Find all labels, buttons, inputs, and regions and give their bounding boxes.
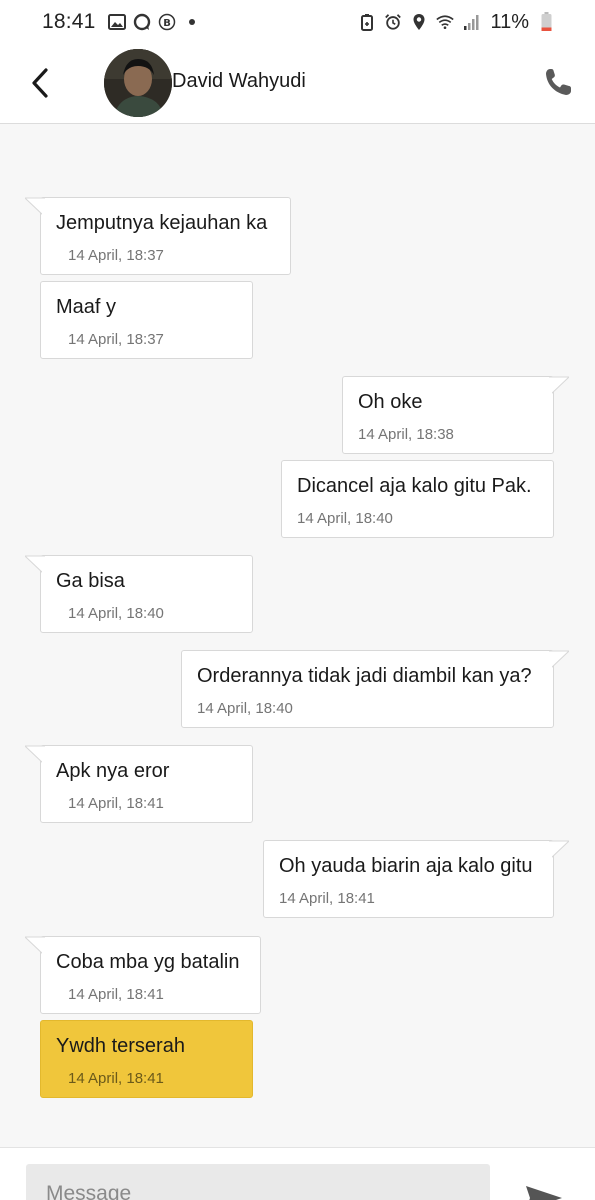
signal-icon [462, 13, 480, 31]
bubble-tail [549, 840, 569, 860]
location-icon [410, 13, 428, 31]
battery-icon [537, 12, 555, 31]
message-bubble-outgoing[interactable]: Dicancel aja kalo gitu Pak. 14 April, 18… [281, 460, 554, 538]
wifi-icon [436, 13, 455, 31]
message-time: 14 April, 18:37 [68, 247, 164, 264]
message-time: 14 April, 18:38 [358, 426, 454, 443]
message-bubble-outgoing[interactable]: Oh yauda biarin aja kalo gitu 14 April, … [263, 840, 569, 918]
status-bar: 18:41 B 11% [0, 0, 595, 44]
chevron-left-icon [32, 68, 48, 98]
message-text: Ywdh terserah [56, 1035, 185, 1057]
avatar[interactable] [104, 49, 172, 117]
bubble-tail [549, 376, 569, 396]
message-text: Apk nya eror [56, 760, 170, 782]
message-bubble-incoming[interactable]: Apk nya eror 14 April, 18:41 [25, 745, 253, 823]
chat-header: David Wahyudi [0, 44, 595, 124]
message-bubble-incoming[interactable]: Maaf y 14 April, 18:37 [40, 281, 253, 359]
message-time: 14 April, 18:37 [68, 331, 164, 348]
message-time: 14 April, 18:41 [68, 986, 164, 1003]
status-time: 18:41 [42, 10, 96, 33]
phone-icon [546, 69, 571, 95]
bubble-tail [25, 197, 45, 217]
message-time: 14 April, 18:41 [68, 795, 164, 812]
message-text: Oh oke [358, 391, 423, 413]
battery-level: 11% [490, 10, 529, 33]
send-icon [526, 1186, 562, 1200]
message-bubble-outgoing[interactable]: Oh oke 14 April, 18:38 [342, 376, 569, 454]
message-bubble-highlighted[interactable]: Ywdh terserah 14 April, 18:41 [40, 1020, 253, 1098]
message-composer [0, 1147, 595, 1200]
notification-dot-icon [183, 13, 201, 31]
message-text: Oh yauda biarin aja kalo gitu [279, 855, 533, 877]
message-time: 14 April, 18:40 [197, 700, 293, 717]
message-text: Jemputnya kejauhan ka [56, 212, 268, 234]
alarm-icon [384, 13, 402, 31]
svg-text:B: B [163, 18, 171, 29]
message-bubble-outgoing[interactable]: Orderannya tidak jadi diambil kan ya? 14… [181, 650, 569, 728]
battery-saver-icon [358, 13, 376, 31]
bubble-tail [25, 936, 45, 956]
message-text: Ga bisa [56, 570, 125, 592]
b-badge-icon: B [158, 13, 176, 31]
back-button[interactable] [28, 66, 54, 100]
message-text: Orderannya tidak jadi diambil kan ya? [197, 665, 532, 687]
call-button[interactable] [543, 66, 573, 98]
contact-name[interactable]: David Wahyudi [172, 70, 306, 93]
message-text: Dicancel aja kalo gitu Pak. [297, 475, 532, 497]
message-time: 14 April, 18:40 [68, 605, 164, 622]
message-list[interactable]: Jemputnya kejauhan ka 14 April, 18:37 Ma… [0, 125, 595, 1147]
message-bubble-incoming[interactable]: Jemputnya kejauhan ka 14 April, 18:37 [25, 197, 291, 275]
message-text: Maaf y [56, 296, 117, 318]
bubble-tail [549, 650, 569, 670]
message-bubble-incoming[interactable]: Coba mba yg batalin 14 April, 18:41 [25, 936, 261, 1014]
message-bubble-incoming[interactable]: Ga bisa 14 April, 18:40 [25, 555, 253, 633]
message-input[interactable] [26, 1164, 490, 1200]
chat-app-icon [133, 13, 151, 31]
message-time: 14 April, 18:40 [297, 510, 393, 527]
bubble-tail [25, 555, 45, 575]
message-text: Coba mba yg batalin [56, 951, 240, 973]
gallery-icon [107, 13, 126, 31]
message-time: 14 April, 18:41 [279, 890, 375, 907]
message-time: 14 April, 18:41 [68, 1070, 164, 1087]
bubble-tail [25, 745, 45, 765]
send-button[interactable] [524, 1184, 564, 1200]
